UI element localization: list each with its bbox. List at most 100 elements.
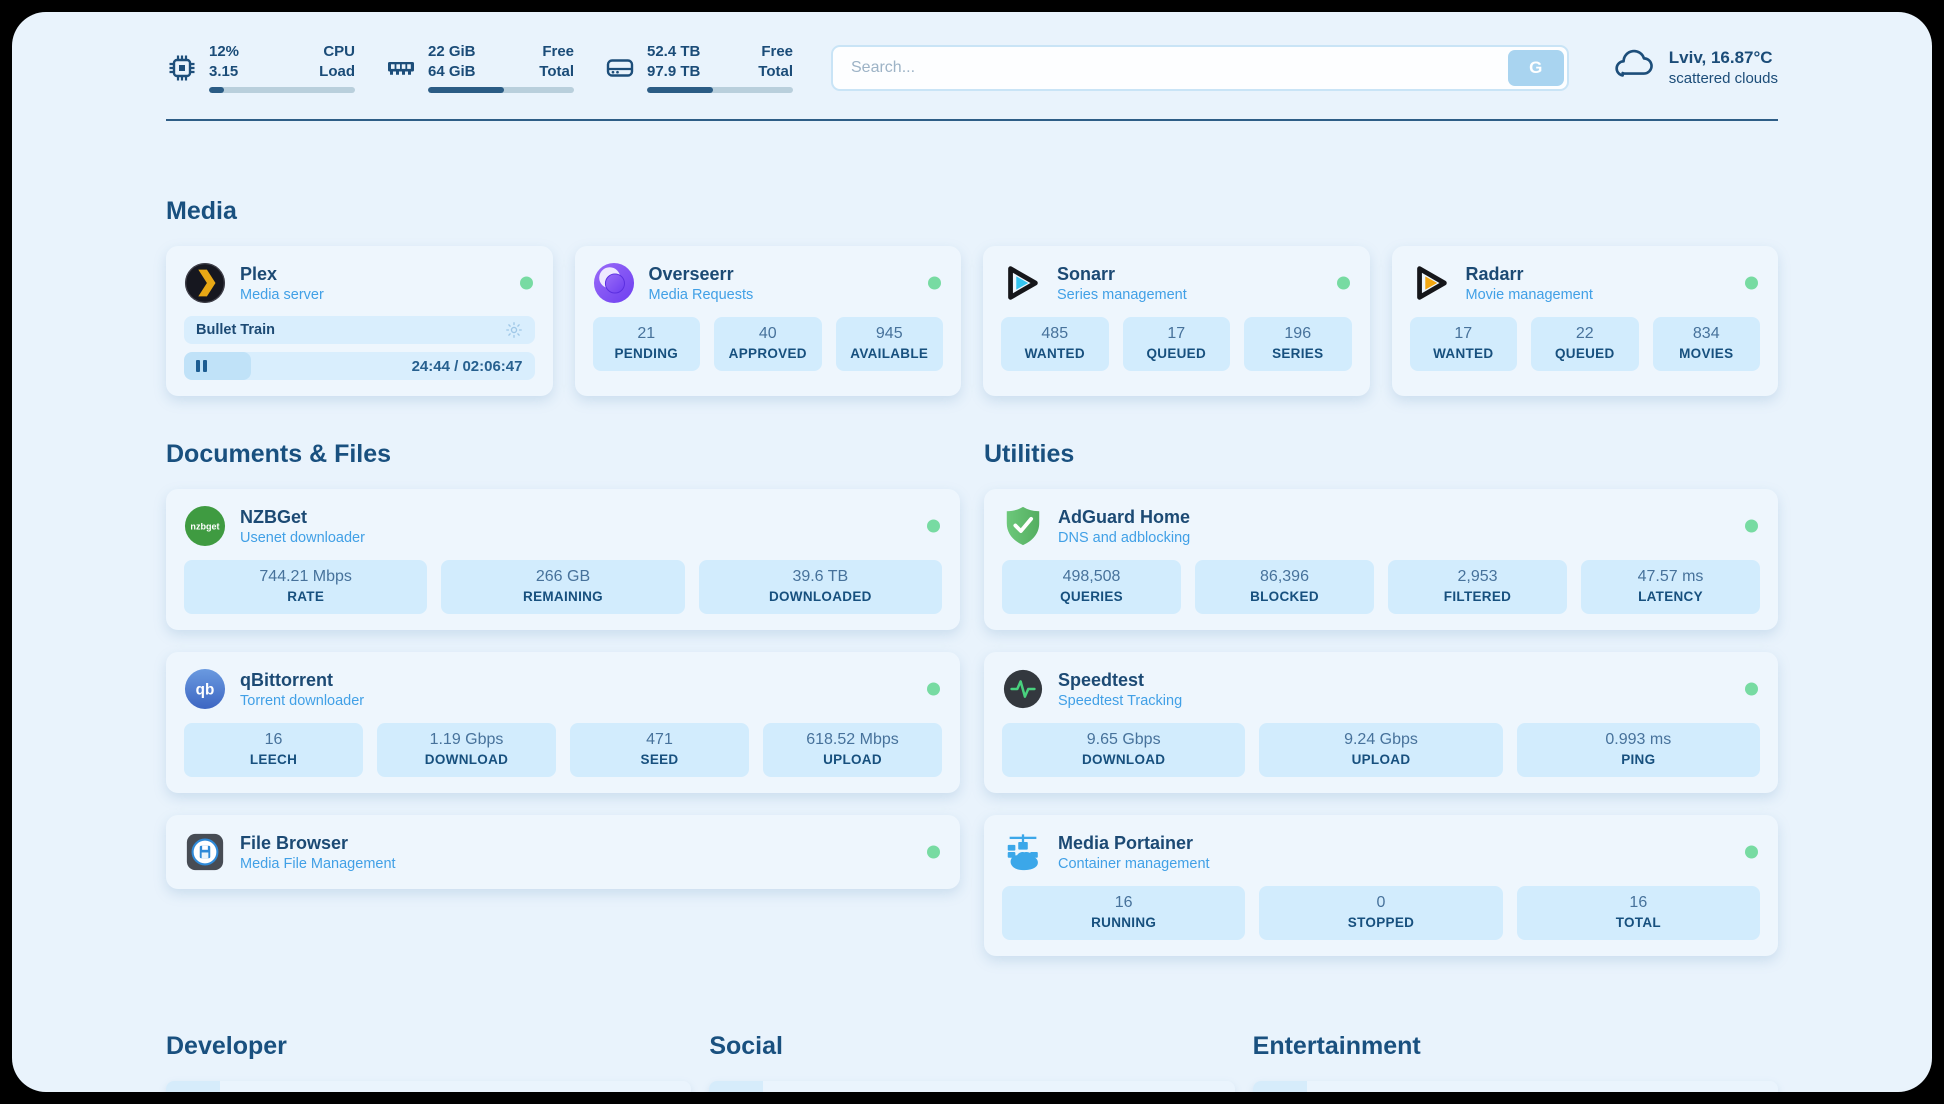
bookmark-group-developer: DeveloperGHGithubgithub.comSOStackOverfl… [166, 1032, 691, 1092]
stat-box: 471SEED [570, 723, 749, 777]
stat-box: 9.24 GbpsUPLOAD [1259, 723, 1502, 777]
now-playing-title: Bullet Train [196, 322, 275, 338]
app-name: Radarr [1466, 263, 1593, 286]
app-subtitle: Movie management [1466, 287, 1593, 303]
playback-time: 24:44 / 02:06:47 [412, 358, 523, 375]
cloud-icon [1611, 47, 1657, 88]
stat-value: 9.24 Gbps [1265, 731, 1496, 749]
stat-box: 1.19 GbpsDOWNLOAD [377, 723, 556, 777]
stat-value: 618.52 Mbps [769, 731, 936, 749]
search-input[interactable] [831, 45, 1569, 91]
bookmark-group-entertainment: EntertainmentYTYouTubeyoutube.comNFNetfl… [1253, 1032, 1778, 1092]
monitor-progress-fill [209, 87, 224, 93]
stat-label: STOPPED [1265, 915, 1496, 930]
stat-label: QUEUED [1537, 346, 1633, 361]
app-card-overseerr[interactable]: OverseerrMedia Requests21PENDING40APPROV… [575, 246, 962, 396]
stat-box: 0.993 ms PING [1517, 723, 1760, 777]
stat-box: 196SERIES [1244, 317, 1352, 371]
app-subtitle: Container management [1058, 856, 1210, 872]
app-card-radarr[interactable]: RadarrMovie management17WANTED22QUEUED83… [1392, 246, 1779, 396]
stat-value: 0.993 ms [1523, 731, 1754, 749]
section-title-utilities: Utilities [984, 440, 1778, 469]
header-divider [166, 119, 1778, 121]
stat-label: PING [1523, 752, 1754, 767]
status-dot [1745, 520, 1758, 533]
stat-label: WANTED [1416, 346, 1512, 361]
stat-box: 0STOPPED [1259, 886, 1502, 940]
status-dot [1745, 846, 1758, 859]
bookmark-linkedin[interactable]: LILinkedInlinkedin.com [709, 1081, 1234, 1092]
status-dot [1745, 683, 1758, 696]
section-title-documents: Documents & Files [166, 440, 960, 469]
section-utilities: Utilities AdGuard HomeDNS and adblocking… [984, 440, 1778, 956]
weather-location: Lviv, 16.87°C [1669, 48, 1778, 68]
stat-value: 16 [1523, 894, 1754, 912]
stat-box: 618.52 MbpsUPLOAD [763, 723, 942, 777]
adguard-icon [1002, 505, 1044, 547]
stat-label: WANTED [1007, 346, 1103, 361]
stat-value: 744.21 Mbps [190, 568, 421, 586]
status-dot [927, 520, 940, 533]
bookmark-group-social: SocialLILinkedInlinkedin.comTWTwittertwi… [709, 1032, 1234, 1092]
stat-value: 40 [720, 325, 816, 343]
monitor-progress-fill [647, 87, 713, 93]
status-dot [928, 277, 941, 290]
app-name: NZBGet [240, 506, 365, 529]
app-card-nzbget[interactable]: nzbgetNZBGetUsenet downloader744.21 Mbps… [166, 489, 960, 630]
app-card-plex[interactable]: PlexMedia serverBullet Train24:44 / 02:0… [166, 246, 553, 396]
stat-label: QUERIES [1008, 589, 1175, 604]
monitor-ram: 22 GiB64 GiBFreeTotal [385, 42, 574, 93]
stat-box: 834MOVIES [1653, 317, 1761, 371]
app-subtitle: Media Requests [649, 287, 754, 303]
app-card-media-portainer[interactable]: Media PortainerContainer management16RUN… [984, 815, 1778, 956]
app-card-sonarr[interactable]: SonarrSeries management485WANTED17QUEUED… [983, 246, 1370, 396]
app-subtitle: Series management [1057, 287, 1187, 303]
app-name: Overseerr [649, 263, 754, 286]
status-dot [520, 277, 533, 290]
stat-value: 485 [1007, 325, 1103, 343]
stat-box: 485 WANTED [1001, 317, 1109, 371]
section-title-entertainment: Entertainment [1253, 1032, 1778, 1061]
app-name: Media Portainer [1058, 832, 1210, 855]
app-subtitle: Media server [240, 287, 324, 303]
weather-widget: Lviv, 16.87°C scattered clouds [1611, 47, 1778, 88]
app-card-file-browser[interactable]: File BrowserMedia File Management [166, 815, 960, 889]
stat-value: 471 [576, 731, 743, 749]
weather-condition: scattered clouds [1669, 70, 1778, 87]
app-name: qBittorrent [240, 669, 364, 692]
dashboard-panel: 12%3.15CPULoad22 GiB64 GiBFreeTotal52.4 … [12, 12, 1932, 1092]
stat-box: 21PENDING [593, 317, 701, 371]
stat-value: 22 [1537, 325, 1633, 343]
nzbget-icon: nzbget [184, 505, 226, 547]
bookmark-youtube[interactable]: YTYouTubeyoutube.com [1253, 1081, 1778, 1092]
monitor-labels: FreeTotal [539, 42, 574, 81]
stat-label: PENDING [599, 346, 695, 361]
gear-icon[interactable] [505, 321, 523, 339]
stat-value: 266 GB [447, 568, 678, 586]
search-provider-button[interactable]: G [1508, 50, 1564, 86]
bookmark-abbr: LI [709, 1081, 763, 1092]
app-card-speedtest[interactable]: SpeedtestSpeedtest Tracking9.65 GbpsDOWN… [984, 652, 1778, 793]
monitor-values: 12%3.15 [209, 42, 239, 81]
stat-label: BLOCKED [1201, 589, 1368, 604]
plex-icon [184, 262, 226, 304]
status-dot [1745, 277, 1758, 290]
stat-box: 9.65 GbpsDOWNLOAD [1002, 723, 1245, 777]
disk-icon [604, 52, 636, 84]
app-subtitle: Torrent downloader [240, 693, 364, 709]
app-card-qbittorrent[interactable]: qbqBittorrentTorrent downloader16LEECH1.… [166, 652, 960, 793]
system-monitors: 12%3.15CPULoad22 GiB64 GiBFreeTotal52.4 … [166, 42, 793, 93]
stat-label: QUEUED [1129, 346, 1225, 361]
stat-label: LATENCY [1587, 589, 1754, 604]
stat-box: 47.57 msLATENCY [1581, 560, 1760, 614]
app-card-adguard-home[interactable]: AdGuard HomeDNS and adblocking498,508QUE… [984, 489, 1778, 630]
app-subtitle: Speedtest Tracking [1058, 693, 1182, 709]
section-media: Media PlexMedia serverBullet Train24:44 … [166, 197, 1778, 396]
monitor-labels: FreeTotal [758, 42, 793, 81]
bookmark-github[interactable]: GHGithubgithub.com [166, 1081, 691, 1092]
ram-icon [385, 52, 417, 84]
stat-label: MOVIES [1659, 346, 1755, 361]
stat-value: 16 [1008, 894, 1239, 912]
stat-value: 9.65 Gbps [1008, 731, 1239, 749]
top-bar: 12%3.15CPULoad22 GiB64 GiBFreeTotal52.4 … [166, 12, 1778, 93]
